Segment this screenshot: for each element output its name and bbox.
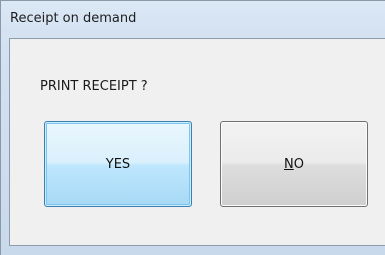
no-button-label: NO	[284, 157, 304, 172]
dialog-body: PRINT RECEIPT ? YES NO	[9, 38, 385, 246]
window-title: Receipt on demand	[10, 11, 137, 26]
no-button-label-rest: O	[293, 156, 304, 172]
no-button[interactable]: NO	[220, 121, 368, 207]
yes-button[interactable]: YES	[44, 121, 192, 207]
no-button-mnemonic: N	[284, 156, 294, 172]
yes-button-label: YES	[105, 156, 131, 172]
print-receipt-prompt: PRINT RECEIPT ?	[40, 79, 148, 94]
dialog-window: Receipt on demand PRINT RECEIPT ? YES NO	[0, 0, 385, 255]
title-bar[interactable]: Receipt on demand	[1, 1, 385, 37]
